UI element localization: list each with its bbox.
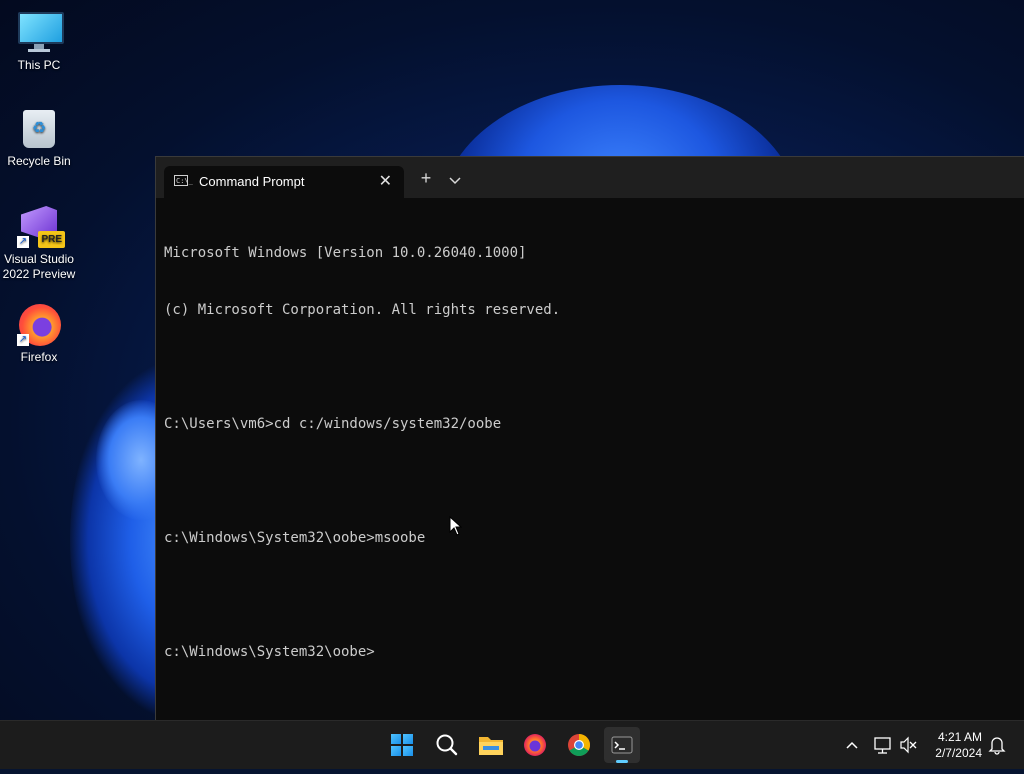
chrome-taskbar-button[interactable] [561, 727, 597, 763]
tab-close-icon[interactable]: ✕ [379, 171, 392, 191]
show-hidden-icons-button[interactable] [840, 721, 864, 769]
volume-muted-icon [900, 736, 917, 754]
desktop-icon-label: Firefox [20, 350, 58, 364]
tab-command-prompt[interactable]: C:\_ Command Prompt ✕ [164, 166, 404, 198]
search-icon [436, 734, 458, 756]
network-status-button[interactable] [872, 721, 894, 769]
chrome-icon [568, 734, 590, 756]
visual-studio-icon: PRE ↗ [17, 204, 65, 248]
console-line: C:\Users\vm6>cd c:/windows/system32/oobe [164, 416, 502, 432]
desktop-icon-label: Visual Studio 2022 Preview [2, 252, 76, 281]
tab-title: Command Prompt [199, 174, 305, 189]
network-icon [874, 737, 891, 754]
desktop-icon-firefox[interactable]: ↗ Firefox [0, 302, 78, 365]
active-indicator [616, 760, 628, 763]
shortcut-arrow-icon: ↗ [17, 236, 29, 248]
windows-logo-icon [391, 734, 413, 756]
terminal-window[interactable]: C:\_ Command Prompt ✕ + Microsoft Window… [155, 156, 1024, 721]
chevron-down-icon[interactable] [443, 173, 467, 191]
firefox-icon: ↗ [17, 302, 61, 346]
terminal-taskbar-button[interactable] [604, 727, 640, 763]
console-line: c:\Windows\System32\oobe>msoobe [164, 530, 426, 546]
console-line: Microsoft Windows [Version 10.0.26040.10… [164, 245, 527, 261]
taskbar: 4:21 AM 2/7/2024 [0, 720, 1024, 769]
folder-icon [479, 737, 503, 755]
notifications-button[interactable] [986, 721, 1008, 769]
bell-icon [988, 737, 1006, 755]
desktop-icon-label: This PC [17, 58, 61, 72]
terminal-titlebar[interactable]: C:\_ Command Prompt ✕ + [156, 157, 1024, 198]
search-button[interactable] [429, 727, 465, 763]
console-output[interactable]: Microsoft Windows [Version 10.0.26040.10… [164, 206, 1015, 700]
clock-time: 4:21 AM [937, 730, 982, 744]
desktop-icon-visual-studio[interactable]: PRE ↗ Visual Studio 2022 Preview [0, 204, 78, 282]
clock[interactable]: 4:21 AM 2/7/2024 [935, 729, 982, 761]
desktop-icon-this-pc[interactable]: This PC [0, 10, 78, 73]
terminal-icon [611, 736, 633, 754]
desktop-icon-label: Recycle Bin [7, 154, 71, 168]
desktop-icon-recycle-bin[interactable]: ♻ Recycle Bin [0, 106, 78, 169]
console-line: (c) Microsoft Corporation. All rights re… [164, 302, 561, 318]
recycle-bin-icon: ♻ [17, 106, 61, 150]
chevron-up-icon [846, 741, 858, 749]
file-explorer-button[interactable] [473, 727, 509, 763]
shortcut-arrow-icon: ↗ [17, 334, 29, 346]
new-tab-button[interactable]: + [414, 169, 438, 187]
volume-button[interactable] [898, 721, 920, 769]
console-prompt: c:\Windows\System32\oobe> [164, 644, 375, 660]
command-prompt-icon: C:\_ [174, 175, 193, 186]
firefox-taskbar-button[interactable] [517, 727, 553, 763]
firefox-icon [524, 734, 546, 756]
preview-badge: PRE [38, 231, 65, 248]
start-button[interactable] [384, 727, 420, 763]
computer-icon [17, 10, 64, 54]
clock-date: 2/7/2024 [935, 746, 982, 760]
